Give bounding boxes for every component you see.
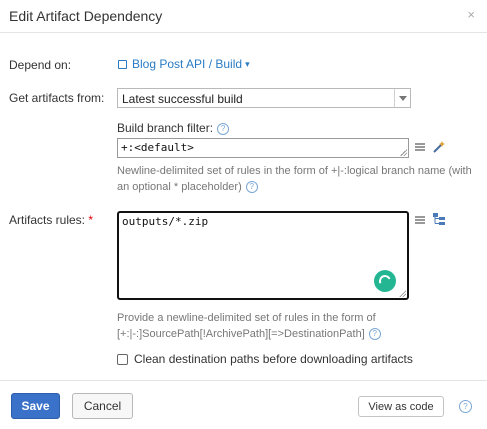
artifacts-rules-input[interactable]: outputs/*.zip	[117, 211, 409, 300]
branch-filter-note-text: Newline-delimited set of rules in the fo…	[117, 165, 472, 193]
branch-filter-header: Build branch filter:?	[117, 121, 230, 135]
branch-filter-label: Build branch filter:	[117, 121, 214, 135]
dialog-titlebar: Edit Artifact Dependency ×	[0, 0, 487, 33]
depend-on-build-link[interactable]: Blog Post API / Build ▾	[118, 57, 250, 71]
get-artifacts-label: Get artifacts from:	[9, 91, 105, 105]
chevron-down-icon: ▾	[245, 58, 250, 69]
dropdown-arrow-icon[interactable]	[394, 89, 410, 107]
branch-filter-value: +:<default>	[121, 141, 194, 154]
help-icon[interactable]: ?	[217, 122, 230, 135]
help-icon[interactable]: ?	[459, 400, 472, 413]
build-config-icon	[118, 59, 127, 69]
view-as-code-button[interactable]: View as code	[358, 396, 444, 417]
close-icon[interactable]: ×	[467, 7, 475, 22]
artifact-tree-icon[interactable]	[433, 213, 445, 225]
get-artifacts-selected: Latest successful build	[122, 92, 243, 106]
clean-destination-label: Clean destination paths before downloadi…	[134, 352, 413, 366]
help-icon[interactable]: ?	[245, 181, 258, 194]
help-icon[interactable]: ?	[368, 328, 381, 341]
artifacts-rules-value: outputs/*.zip	[122, 215, 209, 228]
artifacts-rules-note: Provide a newline-delimited set of rules…	[117, 310, 477, 342]
artifacts-rules-note-line1: Provide a newline-delimited set of rules…	[117, 312, 376, 324]
save-button[interactable]: Save	[11, 393, 60, 419]
artifacts-rules-label-row: Artifacts rules: *	[9, 213, 93, 227]
get-artifacts-select[interactable]: Latest successful build	[117, 88, 411, 108]
cancel-button[interactable]: Cancel	[72, 393, 133, 419]
artifacts-rules-label: Artifacts rules:	[9, 213, 86, 227]
required-marker: *	[88, 213, 94, 227]
depend-on-label: Depend on:	[9, 58, 72, 72]
resize-handle-icon[interactable]	[399, 290, 406, 297]
dialog-title: Edit Artifact Dependency	[9, 8, 163, 24]
edit-artifact-dependency-dialog: Edit Artifact Dependency × Depend on: Bl…	[0, 0, 487, 429]
artifacts-rules-note-line2-row: [+:|-:]SourcePath[!ArchivePath][=>Destin…	[117, 326, 477, 342]
loading-spinner-icon	[374, 270, 396, 292]
list-icon[interactable]	[415, 216, 425, 225]
magic-wand-icon[interactable]	[433, 141, 445, 153]
clean-destination-row[interactable]: Clean destination paths before downloadi…	[117, 352, 413, 366]
list-icon[interactable]	[415, 143, 425, 152]
artifacts-rules-note-line2: [+:|-:]SourcePath[!ArchivePath][=>Destin…	[117, 328, 365, 340]
clean-destination-checkbox[interactable]	[117, 353, 128, 365]
depend-on-value: Blog Post API / Build	[132, 57, 243, 71]
branch-filter-input[interactable]: +:<default>	[117, 138, 409, 158]
resize-handle-icon[interactable]	[400, 149, 407, 156]
branch-filter-note: Newline-delimited set of rules in the fo…	[117, 163, 477, 195]
